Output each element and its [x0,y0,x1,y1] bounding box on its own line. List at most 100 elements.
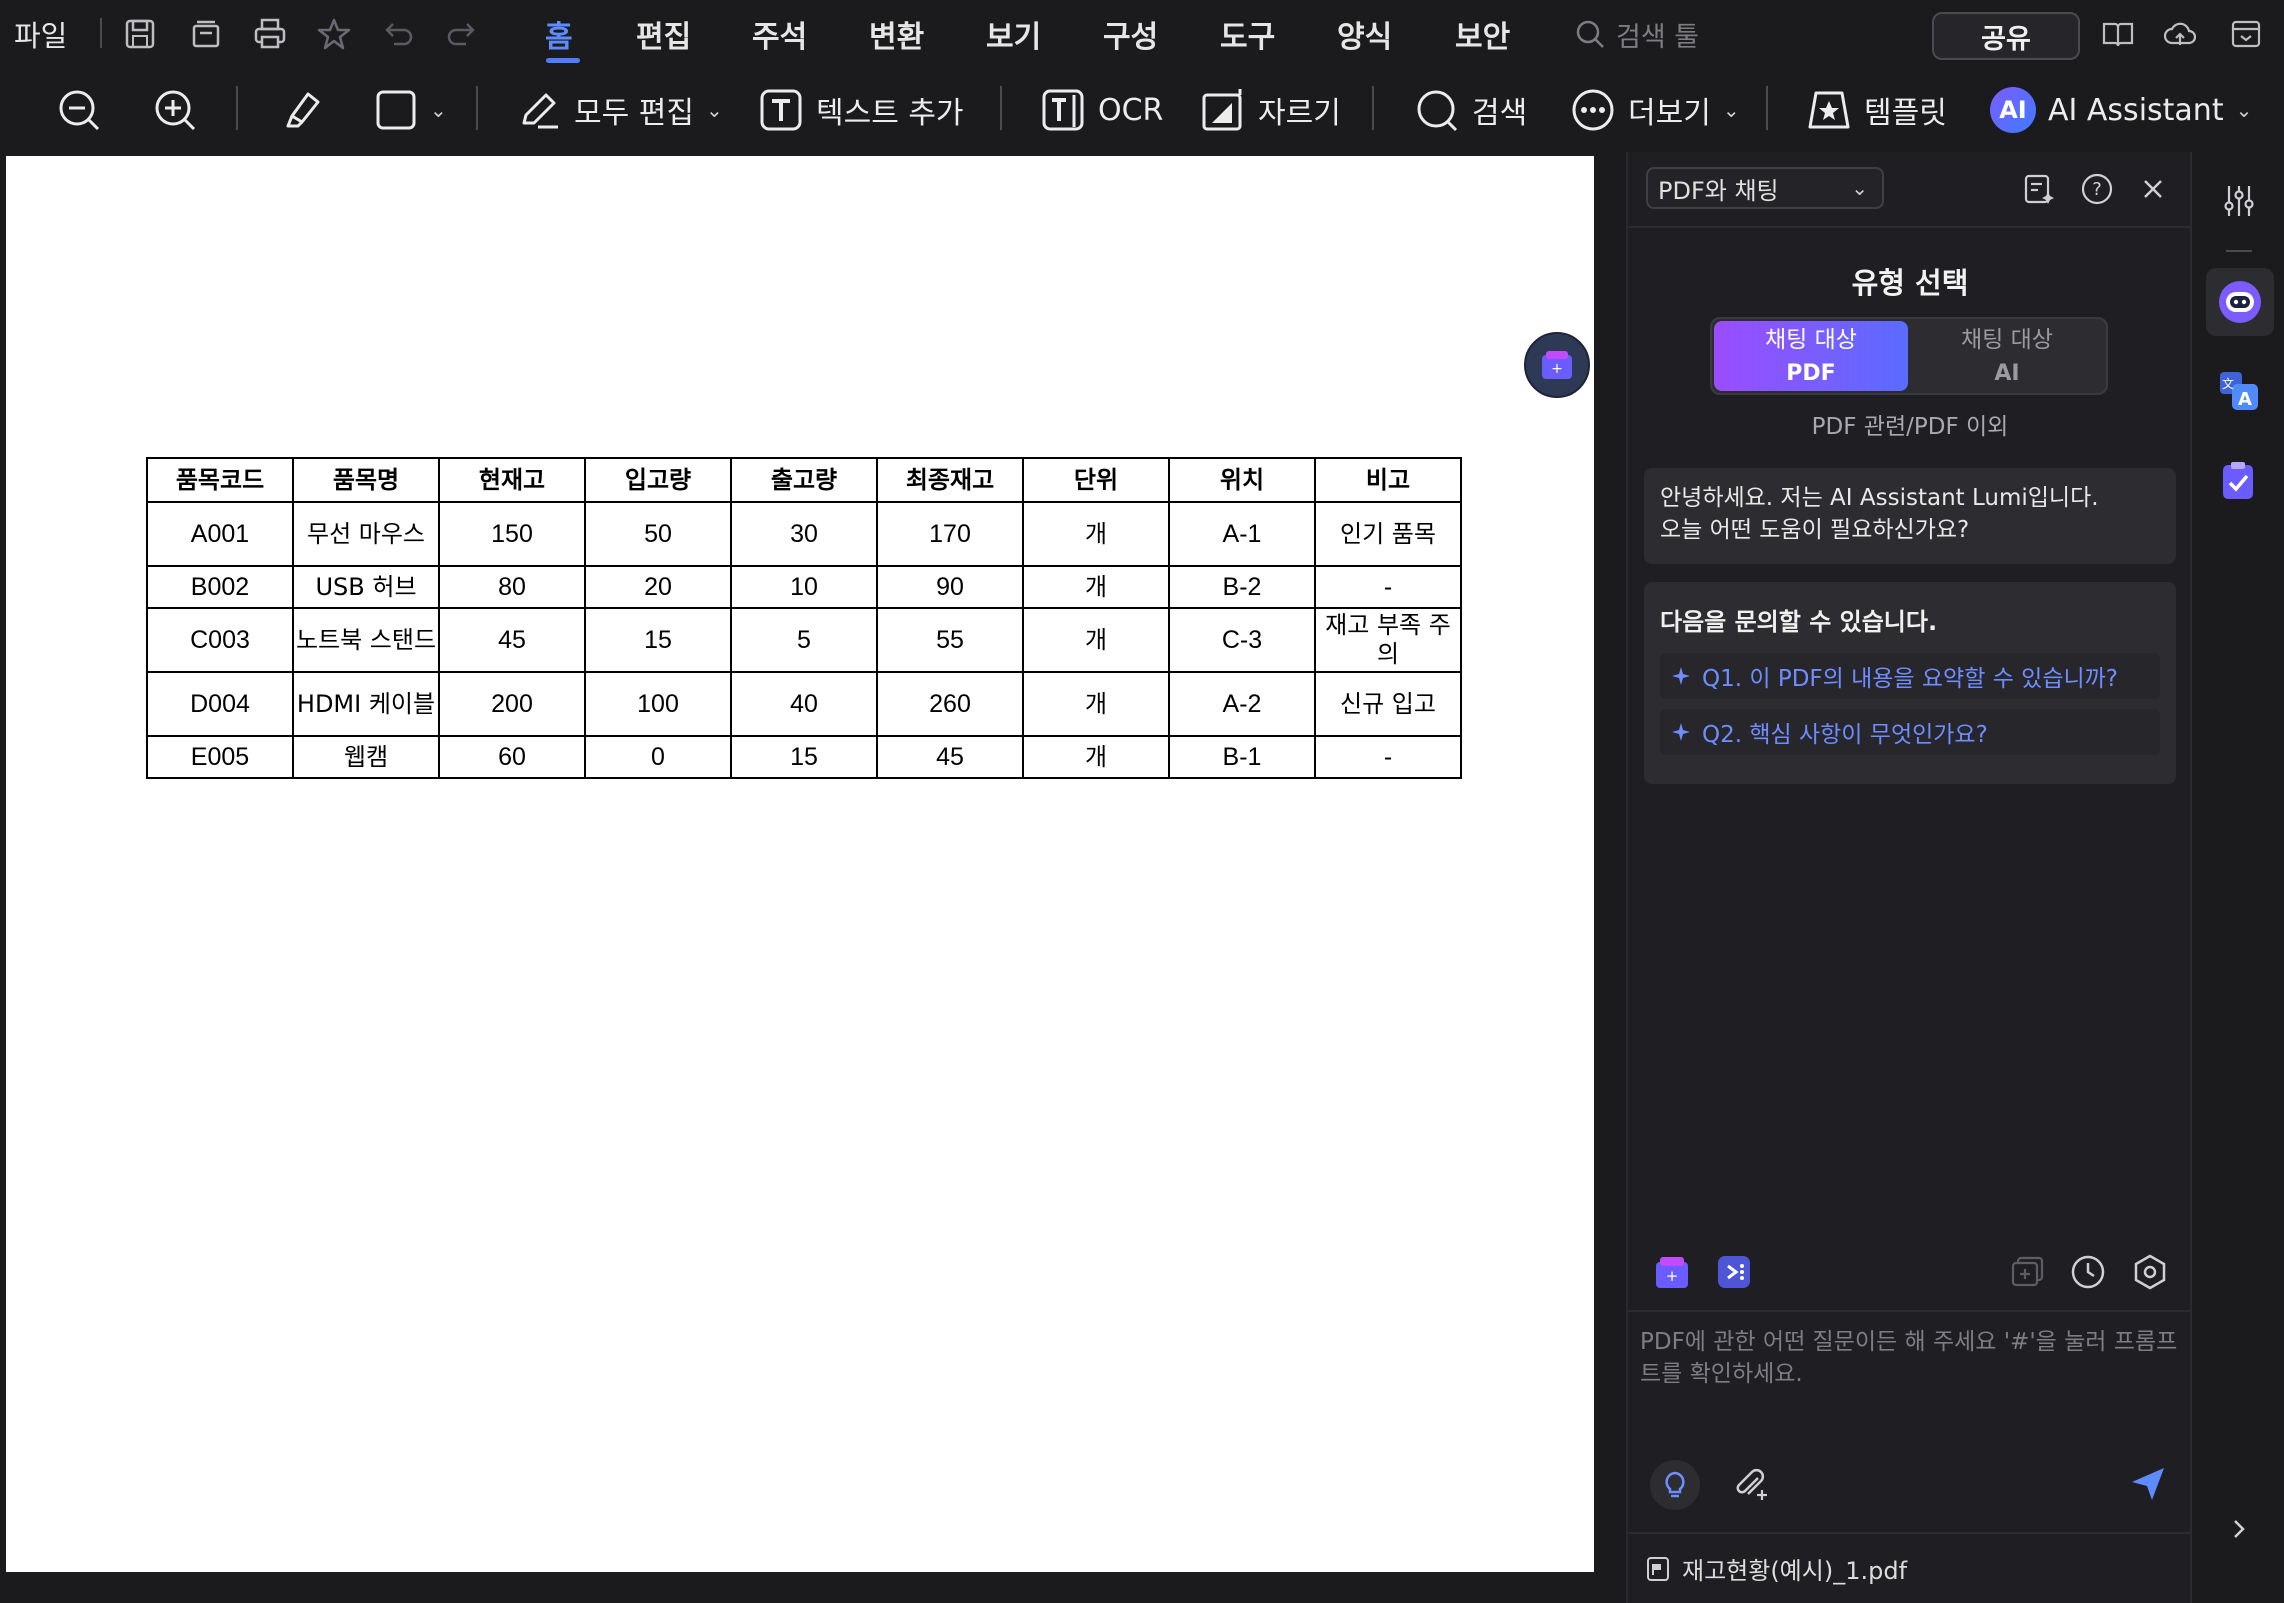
table-cell: 개 [1022,671,1170,737]
redo-icon[interactable] [444,16,480,52]
chevron-down-icon: ⌄ [1851,176,1868,200]
table-cell: 개 [1022,565,1170,609]
tab-security[interactable]: 보안 [1455,0,1510,68]
table-cell: 80 [438,565,586,609]
ai-folder-icon: + [1656,1257,1688,1288]
save-as-icon[interactable] [188,16,224,52]
cloud-upload-icon[interactable] [2162,16,2198,52]
active-tab-indicator [546,58,580,63]
suggested-question-text: Q2. 핵심 사항이 무엇인가요? [1702,722,1988,748]
table-cell: 60 [438,735,586,779]
table-cell: 90 [876,565,1024,609]
search-button[interactable]: 검색 [1414,68,1527,152]
pen-edit-icon [522,93,558,129]
chat-input-placeholder: PDF에 관한 어떤 질문이든 해 주세요 '#'을 눌러 프롬프트를 확인하세… [1640,1329,2178,1387]
save-icon[interactable] [122,16,158,52]
template-button[interactable]: 템플릿 [1806,68,1947,152]
attached-file-name: 재고현황(예시)_1.pdf [1682,1557,1908,1585]
tab-annotate[interactable]: 주석 [752,0,807,68]
search-tools[interactable]: 검색 툴 [1574,0,1699,68]
send-button[interactable] [2128,1464,2168,1508]
ai-assistant-button[interactable]: AI AI Assistant ⌄ [1990,68,2252,152]
reader-mode-icon[interactable] [2100,16,2136,52]
seg-ai-line1: 채팅 대상 [1961,327,2053,353]
highlight-button[interactable] [278,68,326,152]
tab-organize[interactable]: 구성 [1103,0,1158,68]
suggested-questions: 다음을 문의할 수 있습니다. Q1. 이 PDF의 내용을 요약할 수 있습니… [1644,582,2176,784]
table-cell: B002 [146,565,294,609]
table-cell: 55 [876,607,1024,673]
file-menu[interactable]: 파일 [14,0,67,68]
more-button[interactable]: 더보기 ⌄ [1570,68,1740,152]
chat-mode-select[interactable]: PDF와 채팅 ⌄ [1646,167,1884,209]
ai-float-button[interactable]: + [1524,332,1590,398]
table-row: B002 USB 허브 80 20 10 90 개 B-2 - [146,565,1462,609]
ai-tools-icon [1718,1256,1750,1288]
ai-tools-button[interactable] [1714,1252,1754,1296]
type-select-title: 유형 선택 [1851,266,1969,300]
table-cell: A001 [146,501,294,567]
svg-text:文: 文 [2222,376,2234,391]
ocr-button[interactable]: OCR [1040,68,1163,152]
table-row: C003 노트북 스탠드 45 15 5 55 개 C-3 재고 부족 주의 [146,607,1462,673]
window-icon[interactable] [2228,16,2264,52]
toolbar-divider [1372,86,1374,130]
proofread-button[interactable] [2212,454,2266,508]
share-button[interactable]: 공유 [1932,12,2080,60]
help-icon[interactable]: ? [2080,172,2114,206]
chat-target-ai-option[interactable]: 채팅 대상 AI [1910,321,2104,391]
panel-divider [1628,226,2192,228]
add-text-label: 텍스트 추가 [816,96,964,131]
table-cell: B-2 [1168,565,1316,609]
history-button[interactable] [2068,1252,2108,1296]
settings-button[interactable] [2130,1252,2170,1296]
tab-edit[interactable]: 편집 [636,0,691,68]
suggested-question-1[interactable]: Q1. 이 PDF의 내용을 요약할 수 있습니까? [1660,653,2160,699]
tab-convert[interactable]: 변환 [869,0,924,68]
suggested-question-text: Q1. 이 PDF의 내용을 요약할 수 있습니까? [1702,666,2119,692]
ai-chat-rail-button[interactable] [2206,268,2274,336]
print-icon[interactable] [252,16,288,52]
zoom-in-button[interactable] [152,68,198,152]
template-icon [1808,91,1850,129]
properties-button[interactable] [2212,174,2266,228]
zoom-out-button[interactable] [56,68,102,152]
new-chat-icon[interactable] [2022,172,2056,206]
sparkle-icon [1672,723,1690,741]
attach-button[interactable] [1730,1464,1770,1508]
table-cell: 15 [584,607,732,673]
toolbar-divider [1766,86,1768,130]
pdf-page: 품목코드 품목명 현재고 입고량 출고량 최종재고 단위 위치 비고 A001 … [6,156,1594,1572]
edit-all-label: 모두 편집 [574,96,694,131]
seg-pdf-line1: 채팅 대상 [1765,327,1857,353]
more-dots-icon [1572,89,1614,131]
crop-button[interactable]: 자르기 [1200,68,1341,152]
add-text-button[interactable]: 텍스트 추가 [758,68,964,152]
edit-all-button[interactable]: 모두 편집 ⌄ [516,68,723,152]
suggested-question-2[interactable]: Q2. 핵심 사항이 무엇인가요? [1660,709,2160,755]
paperclip-icon [1736,1468,1767,1500]
table-row: E005 웹캠 60 0 15 45 개 B-1 - [146,735,1462,779]
star-icon[interactable] [316,16,352,52]
crop-label: 자르기 [1258,96,1341,131]
expand-rail-button[interactable] [2212,1502,2266,1556]
close-icon[interactable] [2136,172,2170,206]
header-item-name: 품목명 [292,457,440,503]
chat-target-pdf-option[interactable]: 채팅 대상 PDF [1714,321,1908,391]
table-cell: 100 [584,671,732,737]
greeting-line: 오늘 어떤 도움이 필요하신가요? [1660,517,1970,543]
add-prompt-button[interactable] [2008,1252,2048,1296]
tab-tools[interactable]: 도구 [1220,0,1275,68]
undo-icon[interactable] [380,16,416,52]
table-cell: 150 [438,501,586,567]
shape-button[interactable]: ⌄ [374,68,447,152]
tab-view[interactable]: 보기 [986,0,1041,68]
clock-icon [2071,1255,2105,1289]
hexagon-settings-icon [2134,1254,2166,1290]
table-cell: 재고 부족 주의 [1314,607,1462,673]
prompt-tips-button[interactable] [1650,1460,1700,1510]
table-cell: USB 허브 [292,565,440,609]
ai-folder-button[interactable]: + [1652,1252,1692,1296]
tab-form[interactable]: 양식 [1337,0,1392,68]
translate-button[interactable]: A文 [2212,364,2266,418]
